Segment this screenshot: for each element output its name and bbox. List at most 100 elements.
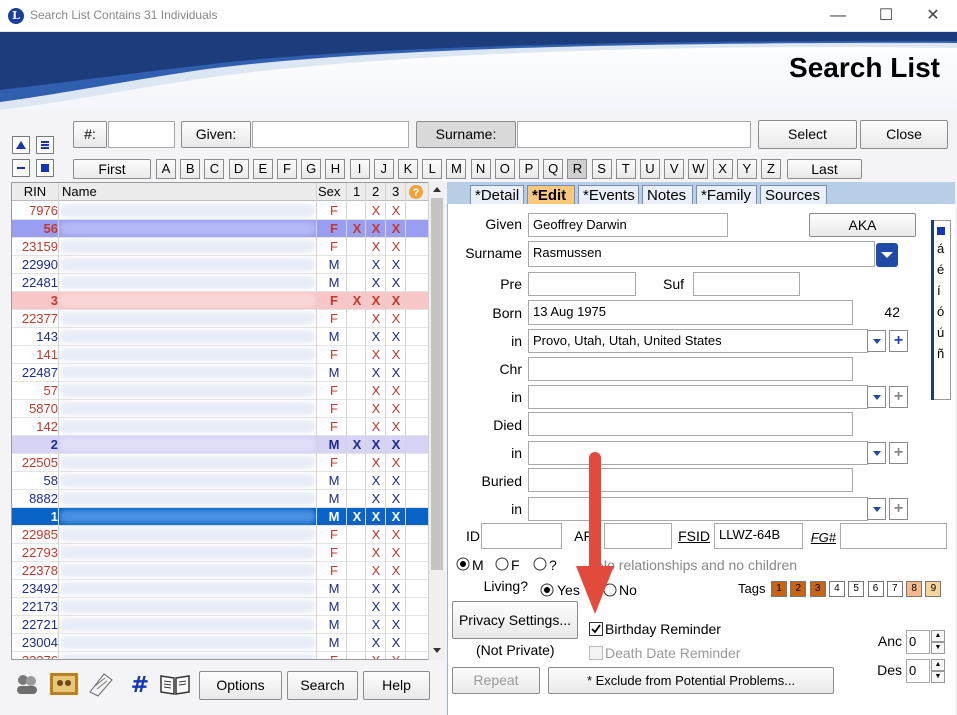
given-label-button[interactable]: Given:: [181, 121, 251, 148]
tag-7-box[interactable]: 7: [886, 581, 903, 597]
letter-p-button[interactable]: P: [519, 159, 539, 179]
letter-b-button[interactable]: B: [180, 159, 201, 179]
list-row[interactable]: 22487 M X X: [12, 364, 432, 382]
list-row[interactable]: 2MXXX: [12, 436, 432, 454]
letter-h-button[interactable]: H: [325, 159, 346, 179]
sex-m-radio[interactable]: [456, 557, 470, 571]
first-button[interactable]: First: [73, 159, 151, 179]
tag-5-box[interactable]: 5: [848, 581, 865, 597]
letter-f-button[interactable]: F: [277, 159, 297, 179]
born-place-dropdown[interactable]: [867, 330, 886, 352]
sex-unknown-radio[interactable]: [533, 557, 547, 571]
list-row[interactable]: 23492 M X X: [12, 580, 432, 598]
square-view-button[interactable]: [36, 159, 54, 177]
family-photo-icon[interactable]: [49, 672, 79, 696]
letter-e-button[interactable]: E: [252, 159, 273, 179]
add-chr-place-button[interactable]: +: [889, 386, 908, 408]
tag-8-box[interactable]: 8: [906, 581, 923, 597]
close-button[interactable]: Close: [860, 120, 948, 149]
search-button[interactable]: Search: [287, 671, 358, 700]
letter-y-button[interactable]: Y: [736, 159, 757, 179]
hash-icon[interactable]: #: [128, 672, 152, 696]
repeat-button[interactable]: Repeat: [452, 667, 540, 694]
list-view-button[interactable]: [36, 136, 54, 154]
list-scrollbar[interactable]: [428, 182, 445, 660]
col-1[interactable]: 1: [353, 184, 360, 199]
letter-j-button[interactable]: J: [373, 159, 394, 179]
tab-detail[interactable]: *Detail: [470, 185, 524, 205]
tab-sources[interactable]: Sources: [760, 185, 827, 205]
accent-char-button[interactable]: ó: [937, 304, 944, 319]
letter-l-button[interactable]: L: [422, 159, 443, 179]
list-row[interactable]: 23004 M X X: [12, 634, 432, 652]
list-row[interactable]: 7976 F X X: [12, 202, 432, 220]
tag-4-box[interactable]: 4: [828, 581, 845, 597]
privacy-settings-button[interactable]: Privacy Settings...: [452, 601, 578, 639]
list-row[interactable]: 142 F X X: [12, 418, 432, 436]
select-button[interactable]: Select: [758, 120, 857, 149]
help-button[interactable]: Help: [363, 671, 430, 700]
list-row[interactable]: 22990 M X X: [12, 256, 432, 274]
given-search-input[interactable]: [252, 121, 409, 148]
letter-d-button[interactable]: D: [228, 159, 249, 179]
scroll-thumb[interactable]: [431, 198, 443, 570]
anc-input[interactable]: 0: [906, 630, 930, 654]
anc-up-button[interactable]: ▲: [931, 630, 945, 642]
last-button[interactable]: Last: [787, 159, 862, 179]
des-up-button[interactable]: ▲: [931, 659, 945, 671]
letter-o-button[interactable]: O: [494, 159, 515, 179]
chr-place-input[interactable]: [528, 385, 868, 409]
given-input[interactable]: Geoffrey Darwin: [528, 213, 728, 237]
tab-notes[interactable]: Notes: [642, 185, 693, 205]
tag-1-box[interactable]: 1: [771, 581, 787, 597]
rin-search-input[interactable]: [108, 121, 175, 148]
letter-s-button[interactable]: S: [591, 159, 612, 179]
letter-r-button[interactable]: R: [567, 159, 588, 179]
list-row[interactable]: 5870 F X X: [12, 400, 432, 418]
letter-k-button[interactable]: K: [398, 159, 418, 179]
sex-f-radio[interactable]: [495, 557, 509, 571]
birthday-reminder-checkbox[interactable]: [589, 622, 603, 636]
tab-edit[interactable]: *Edit: [527, 185, 575, 205]
list-row[interactable]: 22173 M X X: [12, 598, 432, 616]
fg-link[interactable]: FG#: [806, 530, 836, 545]
findagrave-input[interactable]: [840, 523, 947, 549]
suffix-input[interactable]: [693, 272, 800, 296]
living-yes-radio[interactable]: [540, 583, 554, 597]
col-rin[interactable]: RIN: [12, 184, 58, 199]
died-place-dropdown[interactable]: [867, 442, 886, 464]
scroll-up-icon[interactable]: [429, 182, 445, 196]
letter-v-button[interactable]: V: [664, 159, 685, 179]
options-button[interactable]: Options: [199, 671, 282, 700]
list-row[interactable]: 58 M X X: [12, 472, 432, 490]
list-row[interactable]: 1MXXX: [12, 508, 432, 526]
accent-char-button[interactable]: é: [937, 262, 944, 277]
surname-search-input[interactable]: [517, 121, 751, 148]
list-row[interactable]: 22377 F X X: [12, 310, 432, 328]
fsid-input[interactable]: LLWZ-64B: [714, 523, 803, 549]
col-2[interactable]: 2: [372, 184, 379, 199]
exclude-problems-button[interactable]: * Exclude from Potential Problems...: [548, 667, 834, 694]
minimize-button[interactable]: —: [815, 4, 861, 28]
col-3[interactable]: 3: [392, 184, 399, 199]
scroll-down-icon[interactable]: [429, 644, 445, 658]
add-buried-place-button[interactable]: +: [889, 498, 908, 520]
born-place-input[interactable]: Provo, Utah, Utah, United States: [528, 329, 868, 353]
number-label-button[interactable]: #:: [73, 121, 107, 148]
collapse-button[interactable]: [12, 159, 30, 177]
col-name[interactable]: Name: [62, 184, 97, 199]
surname-dropdown[interactable]: [876, 243, 898, 267]
list-row[interactable]: 22378 F X X: [12, 562, 432, 580]
accent-char-button[interactable]: ú: [937, 325, 944, 340]
surname-input[interactable]: Rasmussen: [528, 241, 875, 267]
list-row[interactable]: 8882 M X X: [12, 490, 432, 508]
tag-6-box[interactable]: 6: [867, 581, 884, 597]
sort-up-button[interactable]: [12, 136, 30, 154]
tab-events[interactable]: *Events: [578, 185, 639, 205]
list-row[interactable]: 22985 F X X: [12, 526, 432, 544]
list-row[interactable]: 143 M X X: [12, 328, 432, 346]
letter-x-button[interactable]: X: [712, 159, 733, 179]
list-row[interactable]: 56 F X X X: [12, 220, 432, 238]
tab-family[interactable]: *Family: [696, 185, 757, 205]
list-row[interactable]: 22505 F X X: [12, 454, 432, 472]
